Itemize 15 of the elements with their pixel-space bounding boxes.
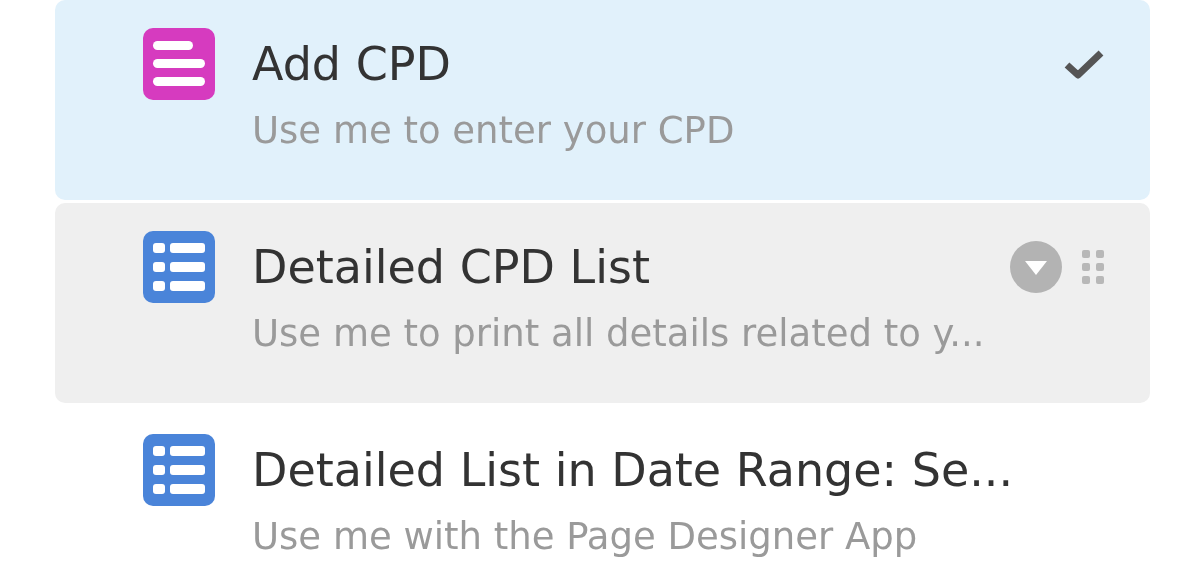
dropdown-icon[interactable] — [1010, 241, 1062, 293]
item-title: Detailed CPD List — [252, 240, 651, 294]
list-item[interactable]: Detailed List in Date Range: Se... Use me with the Page Designer App — [55, 406, 1150, 579]
form-icon — [143, 28, 215, 100]
item-title: Add CPD — [252, 37, 452, 91]
checkmark-icon — [1064, 49, 1104, 79]
item-description: Use me with the Page Designer App — [252, 514, 919, 560]
item-description: Use me to print all details related to y... — [252, 311, 986, 357]
list-item[interactable]: Add CPD Use me to enter your CPD — [55, 0, 1150, 200]
table-icon — [143, 434, 215, 506]
table-icon — [143, 231, 215, 303]
list-item[interactable]: Detailed CPD List Use me to print all details related to y... — [55, 203, 1150, 403]
item-description: Use me to enter your CPD — [252, 108, 736, 154]
item-title: Detailed List in Date Range: Se... — [252, 443, 1015, 497]
drag-handle-icon[interactable] — [1082, 250, 1104, 284]
